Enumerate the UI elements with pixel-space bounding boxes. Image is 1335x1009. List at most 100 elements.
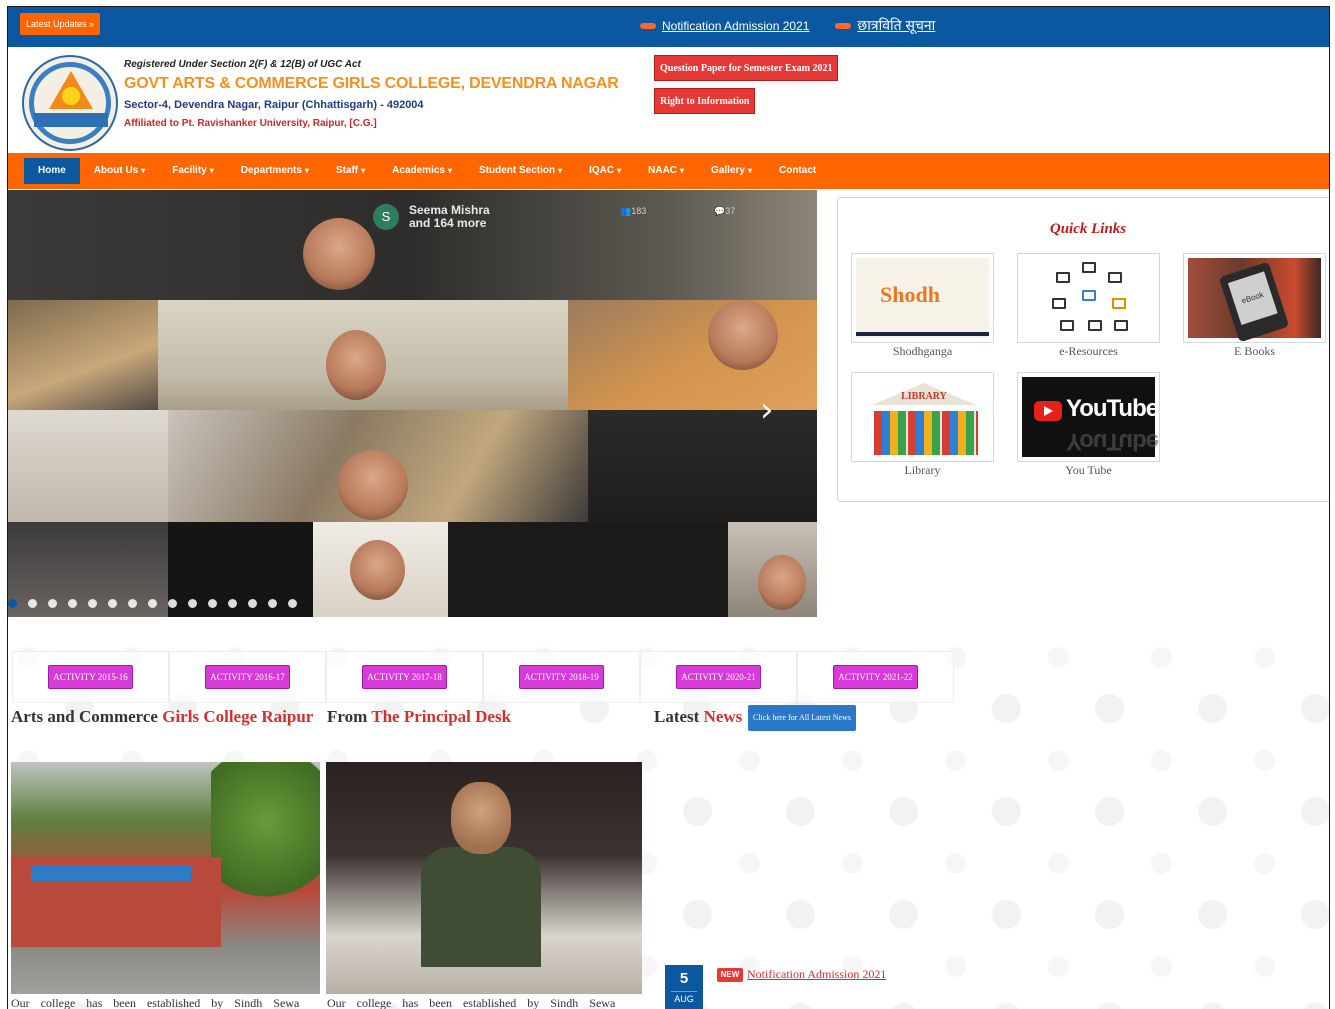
slider-dot[interactable] (128, 599, 137, 608)
rti-button[interactable]: Right to Information (654, 88, 756, 114)
books-icon (874, 411, 978, 455)
news-month: AUG (671, 991, 697, 1004)
activity-button[interactable]: ACTIVITY 2020-21 (676, 665, 761, 689)
news-link[interactable]: Notification Admission 2021 (747, 967, 886, 982)
news-ticker: Notification Admission 2021 छात्रविति सू… (640, 16, 935, 35)
nav-contact[interactable]: Contact (779, 158, 816, 184)
nav-staff[interactable]: Staff ▾ (336, 158, 365, 184)
arrow-icon (640, 22, 656, 29)
slider-dot[interactable] (268, 599, 277, 608)
principal-photo (326, 762, 642, 994)
participant-face (350, 540, 405, 600)
chevron-down-icon: ▾ (617, 166, 622, 175)
nav-facility[interactable]: Facility ▾ (172, 158, 213, 184)
slider-next-arrow[interactable]: › (760, 390, 774, 430)
activity-row: ACTIVITY 2015-16 ACTIVITY 2016-17 ACTIVI… (12, 651, 954, 703)
slide-tile (8, 410, 168, 522)
title-part-accent: News (703, 707, 743, 726)
monitor-icon (1108, 272, 1122, 283)
chat-icon: 💬 (714, 206, 726, 216)
quick-link-label[interactable]: Shodhganga (851, 344, 994, 359)
activity-button[interactable]: ACTIVITY 2018-19 (519, 665, 604, 689)
quick-link-eresources[interactable] (1017, 253, 1160, 343)
slider-dot[interactable] (188, 599, 197, 608)
slider-dot[interactable] (68, 599, 77, 608)
nav-departments[interactable]: Departments ▾ (241, 158, 309, 184)
question-paper-button[interactable]: Question Paper for Semester Exam 2021 (654, 55, 839, 81)
slider-dot[interactable] (208, 599, 217, 608)
nav-label: IQAC (589, 165, 615, 176)
shodhganga-image: Shodh (856, 258, 989, 338)
participants-count-value: 183 (631, 206, 647, 216)
quick-links-title: Quick Links (1049, 221, 1127, 237)
slider-dot[interactable] (228, 599, 237, 608)
ereader-icon: eBook (1218, 261, 1290, 343)
books-icon (1088, 320, 1102, 331)
slide-tile (588, 410, 817, 522)
activity-button[interactable]: ACTIVITY 2017-18 (362, 665, 447, 689)
chevron-down-icon: ▾ (209, 166, 214, 175)
caller-initial-badge: S (373, 204, 399, 230)
ticker-item-admission[interactable]: Notification Admission 2021 (640, 16, 809, 35)
mail-icon (1052, 298, 1066, 309)
chevron-down-icon: ▾ (680, 166, 685, 175)
chevron-down-icon: ▾ (447, 166, 452, 175)
slider-dot[interactable] (48, 599, 57, 608)
slider-dot[interactable] (28, 599, 37, 608)
building-signboard (31, 865, 191, 881)
nav-student-section[interactable]: Student Section ▾ (479, 158, 562, 184)
nav-naac[interactable]: NAAC ▾ (648, 158, 684, 184)
slider-dot[interactable] (288, 599, 297, 608)
nav-home[interactable]: Home (24, 158, 80, 184)
college-logo[interactable] (22, 55, 118, 151)
quick-links-panel: Quick Links Shodh Shodhganga e-Resources (837, 197, 1329, 502)
nav-academics[interactable]: Academics ▾ (392, 158, 452, 184)
college-description: Our college has been established by Sind… (11, 996, 300, 1009)
quick-link-label[interactable]: Library (851, 463, 994, 478)
cloud-icon (1082, 262, 1096, 273)
college-building-photo (11, 762, 320, 994)
nav-about[interactable]: About Us ▾ (94, 158, 145, 184)
registration-line: Registered Under Section 2(F) & 12(B) of… (124, 59, 361, 70)
nav-label: Academics (392, 165, 445, 176)
slider-dot[interactable] (8, 599, 17, 608)
activity-button[interactable]: ACTIVITY 2016-17 (205, 665, 290, 689)
title-part-accent: The Principal Desk (371, 707, 512, 726)
chevron-down-icon: ▾ (361, 166, 366, 175)
news-item[interactable]: NEW Notification Admission 2021 (717, 967, 886, 982)
news-date-badge: 5 AUG (665, 965, 703, 1009)
participant-face (758, 555, 806, 610)
nav-label: About Us (93, 165, 139, 176)
quick-link-ebooks[interactable]: eBook (1183, 253, 1326, 343)
slider-dot[interactable] (108, 599, 117, 608)
quick-link-label[interactable]: E Books (1183, 344, 1326, 359)
quick-link-youtube[interactable]: YouTube YouTube (1017, 372, 1160, 462)
title-part: Arts and Commerce (11, 707, 158, 726)
image-slider[interactable]: S Seema Mishra and 164 more 👥183 💬37 › (8, 190, 817, 617)
slider-dot[interactable] (168, 599, 177, 608)
quick-link-label[interactable]: e-Resources (1017, 344, 1160, 359)
college-name: GOVT ARTS & COMMERCE GIRLS COLLEGE, DEVE… (124, 75, 619, 92)
activity-button[interactable]: ACTIVITY 2015-16 (48, 665, 133, 689)
person-body (421, 847, 541, 967)
slider-dot[interactable] (148, 599, 157, 608)
quick-link-library[interactable]: LIBRARY (851, 372, 994, 462)
all-news-button[interactable]: Click here for All Latest News (748, 705, 856, 731)
latest-updates-button[interactable]: Latest Updates » (20, 13, 101, 35)
activity-cell: ACTIVITY 2020-21 (640, 651, 797, 703)
quick-link-label[interactable]: You Tube (1017, 463, 1160, 478)
slider-dot[interactable] (248, 599, 257, 608)
nav-label: Staff (335, 165, 359, 176)
quick-link-shodhganga[interactable]: Shodh (851, 253, 994, 343)
library-sign: LIBRARY (901, 391, 947, 402)
participant-face (338, 450, 408, 520)
title-part: From (327, 707, 368, 726)
nav-iqac[interactable]: IQAC ▾ (589, 158, 621, 184)
activity-button[interactable]: ACTIVITY 2021-22 (833, 665, 918, 689)
main-nav: Home About Us ▾ Facility ▾ Departments ▾ St… (8, 153, 1329, 189)
shodh-bar (856, 332, 989, 336)
ticker-item-scholarship[interactable]: छात्रविति सूचना (835, 16, 935, 35)
nav-gallery[interactable]: Gallery ▾ (711, 158, 752, 184)
slider-dot[interactable] (88, 599, 97, 608)
caller-text: Seema Mishra and 164 more (409, 204, 490, 230)
